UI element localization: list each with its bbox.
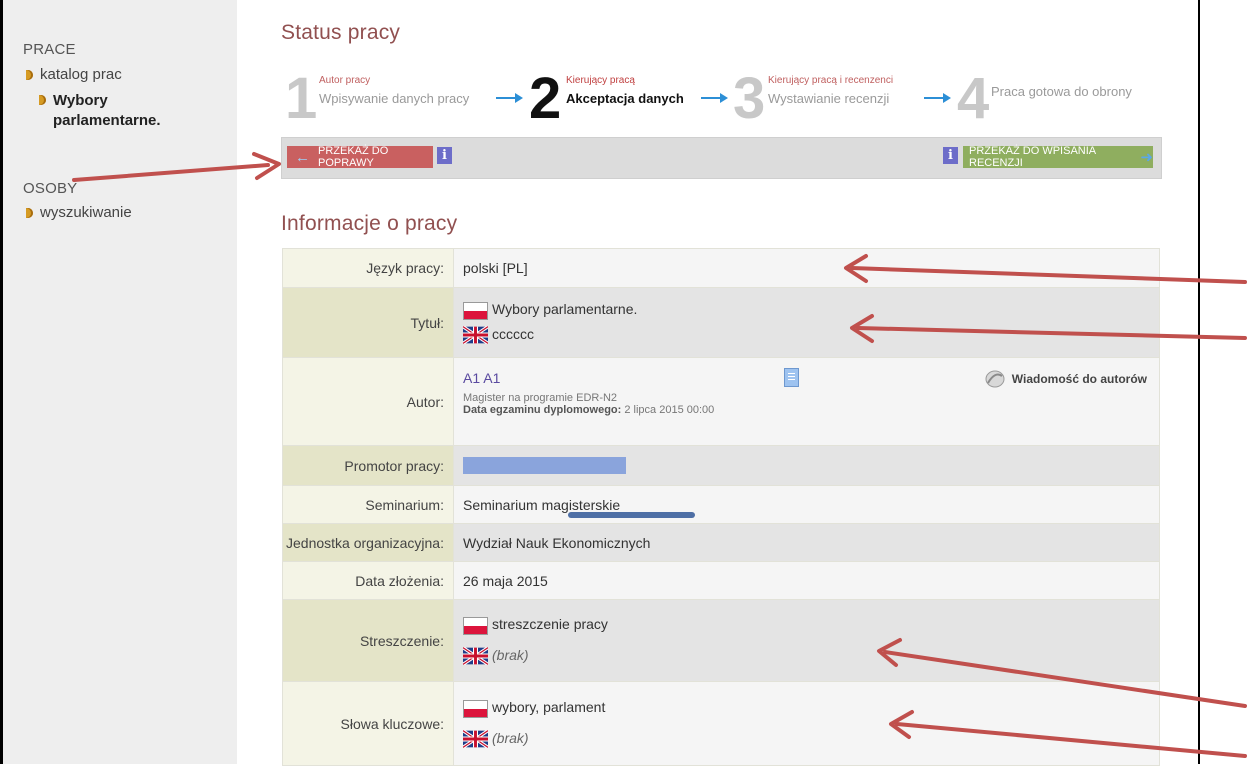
polish-flag-icon <box>463 699 488 718</box>
exam-date-value: 2 lipca 2015 00:00 <box>624 404 715 416</box>
table-row: Tytuł: Wybory parlamentarne. cccccc <box>282 287 1160 358</box>
table-row: Data złożenia: 26 maja 2015 <box>282 561 1160 600</box>
bullet-icon <box>39 95 46 105</box>
title-pl: Wybory parlamentarne. <box>492 301 638 318</box>
date-value: 26 maja 2015 <box>453 561 1160 600</box>
sidebar-item-label: wyszukiwanie <box>40 204 132 221</box>
author-label: Autor: <box>282 357 454 446</box>
step-1-description: Wpisywanie danych pracy <box>319 91 470 106</box>
table-row: Jednostka organizacyjna: Wydział Nauk Ek… <box>282 523 1160 562</box>
title-value: Wybory parlamentarne. cccccc <box>453 287 1160 358</box>
status-title: Status pracy <box>281 21 401 44</box>
table-row: Streszczenie: streszczenie pracy (brak) <box>282 599 1160 682</box>
sidebar-item-search[interactable]: wyszukiwanie <box>26 204 132 221</box>
document-icon[interactable] <box>784 368 799 387</box>
bullet-icon <box>26 70 33 80</box>
step-arrow-icon <box>496 93 523 103</box>
step-2-description: Akceptacja danych <box>566 91 684 106</box>
language-value: polski [PL] <box>453 248 1160 288</box>
title-en: cccccc <box>492 325 534 342</box>
sidebar: PRACE katalog prac Wybory parlamentarne.… <box>3 0 237 764</box>
step-1-number: 1 <box>285 66 318 131</box>
exam-date-label: Data egzaminu dyplomowego: <box>463 404 622 416</box>
sidebar-item-label: Wybory parlamentarne. <box>53 91 161 131</box>
arrow-left-icon: ← <box>295 148 310 166</box>
keywords-label: Słowa kluczowe: <box>282 681 454 766</box>
table-row: Autor: A1 A1 Magister na programie EDR-N… <box>282 357 1160 446</box>
message-to-authors-label: Wiadomość do autorów <box>1011 372 1147 386</box>
promoter-label: Promotor pracy: <box>282 445 454 486</box>
keywords-pl: wybory, parlament <box>492 699 606 716</box>
forward-to-review-label: PRZEKAŻ DO WPISANIA RECENZJI <box>969 145 1096 169</box>
keywords-en: (brak) <box>492 729 529 746</box>
bullet-icon <box>26 208 33 218</box>
date-label: Data złożenia: <box>282 561 454 600</box>
uk-flag-icon <box>463 729 488 748</box>
step-3-role: Kierujący pracą i recenzenci <box>768 75 894 86</box>
sidebar-section-prace: PRACE <box>23 41 76 58</box>
sidebar-item-label: katalog prac <box>40 66 122 83</box>
abstract-label: Streszczenie: <box>282 599 454 682</box>
return-for-correction-button[interactable]: ← PRZEKAŻ DO POPRAWY <box>287 145 433 169</box>
polish-flag-icon <box>463 301 488 320</box>
step-arrow-icon <box>701 93 728 103</box>
step-1-role: Autor pracy <box>319 75 371 86</box>
sidebar-item-catalog[interactable]: katalog prac <box>26 66 122 83</box>
work-info-table: Język pracy: polski [PL] Tytuł: Wybory p… <box>282 248 1160 766</box>
seminar-link[interactable]: Seminarium magisterskie <box>453 485 1160 524</box>
table-row: Seminarium: Seminarium magisterskie <box>282 485 1160 524</box>
uk-flag-icon <box>463 325 488 344</box>
language-label: Język pracy: <box>282 248 454 288</box>
step-4-description: Praca gotowa do obrony <box>991 84 1132 99</box>
window-right-border <box>1198 0 1200 764</box>
unit-label: Jednostka organizacyjna: <box>282 523 454 562</box>
info-title: Informacje o pracy <box>281 212 458 235</box>
author-value: A1 A1 Magister na programie EDR-N2 Data … <box>453 357 1160 446</box>
annotation-arrowhead <box>252 152 281 180</box>
return-for-correction-label: PRZEKAŻ DO POPRAWY <box>318 145 389 169</box>
author-program: Magister na programie EDR-N2 <box>463 392 618 404</box>
polish-flag-icon <box>463 616 488 635</box>
info-icon[interactable]: i <box>437 147 452 164</box>
seminar-label: Seminarium: <box>282 485 454 524</box>
sidebar-item-current-work[interactable]: Wybory parlamentarne. <box>39 91 161 131</box>
arrow-right-icon: ➜ <box>1140 149 1153 166</box>
step-2-role: Kierujący pracą <box>566 75 635 86</box>
table-row: Słowa kluczowe: wybory, parlament (brak) <box>282 681 1160 766</box>
step-2-number: 2 <box>529 66 562 131</box>
promoter-value <box>453 445 1160 486</box>
abstract-en: (brak) <box>492 646 529 663</box>
title-label: Tytuł: <box>282 287 454 358</box>
promoter-redacted <box>463 457 626 475</box>
sidebar-section-osoby: OSOBY <box>23 180 78 197</box>
keywords-value: wybory, parlament (brak) <box>453 681 1160 766</box>
uk-flag-icon <box>463 646 488 665</box>
abstract-pl: streszczenie pracy <box>492 616 608 633</box>
table-row: Język pracy: polski [PL] <box>282 248 1160 288</box>
step-4-number: 4 <box>957 66 990 131</box>
current-work-line1: Wybory <box>53 92 108 109</box>
abstract-value: streszczenie pracy (brak) <box>453 599 1160 682</box>
step-3-number: 3 <box>733 66 766 131</box>
step-3-description: Wystawianie recenzji <box>768 91 890 106</box>
unit-link[interactable]: Wydział Nauk Ekonomicznych <box>453 523 1160 562</box>
current-work-line2: parlamentarne. <box>53 112 161 129</box>
message-icon <box>985 370 1005 388</box>
step-arrow-icon <box>924 93 951 103</box>
message-to-authors-button[interactable]: Wiadomość do autorów <box>984 370 1147 388</box>
info-icon[interactable]: i <box>943 147 958 164</box>
scribble-annotation <box>568 512 695 518</box>
table-row: Promotor pracy: <box>282 445 1160 486</box>
forward-to-review-button[interactable]: PRZEKAŻ DO WPISANIA RECENZJI ➜ <box>963 145 1153 169</box>
